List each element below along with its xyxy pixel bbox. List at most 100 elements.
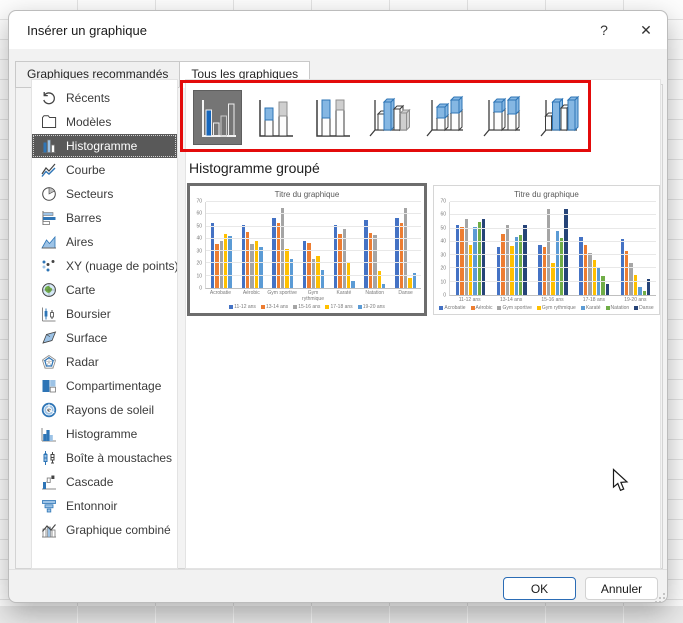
chart-bar [519, 235, 522, 295]
sidebar-item-barres[interactable]: Barres [32, 206, 177, 230]
sidebar-item-boite-moustaches[interactable]: Boîte à moustaches [32, 446, 177, 470]
chart-bar [334, 225, 337, 288]
subtype-clustered-column-3d-icon[interactable] [364, 90, 413, 145]
chart-bar [515, 237, 518, 295]
subtype-section-heading: Histogramme groupé [189, 160, 320, 176]
sidebar-item-label: Courbe [66, 163, 105, 177]
sunburst-icon [41, 402, 57, 418]
sidebar-item-label: Cascade [66, 475, 113, 489]
sidebar-item-radar[interactable]: Radar [32, 350, 177, 374]
sidebar-item-label: Histogramme [66, 427, 137, 441]
sidebar-item-secteurs[interactable]: Secteurs [32, 182, 177, 206]
chart-preview-2: Titre du graphique01020304050607011-12 a… [434, 186, 659, 314]
legend-item: Gym sportive [497, 305, 531, 311]
sidebar-item-rayons-de-soleil[interactable]: Rayons de soleil [32, 398, 177, 422]
chart-bar [242, 225, 245, 288]
chart-bar [378, 271, 381, 288]
chart-bar [538, 245, 541, 295]
legend-item: Karaté [581, 305, 601, 311]
chart-bar [338, 234, 341, 288]
chart-bar [634, 275, 637, 295]
templates-icon [41, 114, 57, 130]
column-chart-icon [41, 138, 57, 154]
chart-title: Titre du graphique [193, 188, 421, 202]
chart-bar [547, 209, 550, 295]
sidebar-item-carte[interactable]: Carte [32, 278, 177, 302]
chart-bar [579, 237, 582, 295]
treemap-icon [41, 378, 57, 394]
chart-legend: AcrobatieAérobicGym sportiveGym rythmiqu… [437, 303, 656, 312]
sidebar-item-label: Compartimentage [66, 379, 161, 393]
chart-bar [597, 268, 600, 295]
dialog-titlebar: Insérer un graphique ? ✕ [9, 11, 667, 49]
sidebar-item-label: Boîte à moustaches [66, 451, 172, 465]
chart-type-sidebar: RécentsModèles Histogramme Courbe Secteurs B… [31, 79, 178, 569]
chart-title: Titre du graphique [437, 188, 656, 202]
funnel-icon [41, 498, 57, 514]
legend-item: Natation [606, 305, 630, 311]
subtype-stacked-column-icon[interactable] [250, 90, 299, 145]
chart-bar [501, 234, 504, 295]
sidebar-item-label: Entonnoir [66, 499, 117, 513]
sidebar-item-aires[interactable]: Aires [32, 230, 177, 254]
chart-bar [321, 270, 324, 288]
chart-bar [364, 220, 367, 288]
legend-item: 11-12 ans [229, 304, 256, 310]
ok-button[interactable]: OK [503, 577, 576, 600]
line-chart-icon [41, 162, 57, 178]
chart-bar [584, 245, 587, 295]
chart-bar [506, 225, 509, 295]
subtype-clustered-column-icon[interactable] [193, 90, 242, 145]
chart-bar [395, 218, 398, 288]
chart-bar [303, 241, 306, 288]
plot-area [205, 202, 421, 289]
subtype-stacked-100-column-3d-icon[interactable] [478, 90, 527, 145]
sidebar-item-histogramme[interactable]: Histogramme [32, 134, 177, 158]
sidebar-item-label: XY (nuage de points) [66, 259, 178, 273]
chart-bar [400, 223, 403, 288]
sidebar-item-graphique-combine[interactable]: Graphique combiné [32, 518, 177, 542]
chart-bar [224, 234, 227, 288]
sidebar-item-modeles[interactable]: Modèles [32, 110, 177, 134]
chart-preview-alternate[interactable]: Titre du graphique01020304050607011-12 a… [433, 185, 660, 315]
chart-bar [408, 278, 411, 288]
close-button[interactable]: ✕ [625, 11, 667, 49]
chart-bar [404, 208, 407, 288]
chart-bar [211, 223, 214, 288]
subtype-stacked-100-column-icon[interactable] [307, 90, 356, 145]
chart-bar [606, 284, 609, 295]
y-axis: 010203040506070 [193, 202, 205, 289]
sidebar-item-label: Rayons de soleil [66, 403, 154, 417]
resize-grip[interactable] [653, 591, 666, 603]
chart-bar [482, 219, 485, 295]
x-axis-labels: AcrobatieAérobicGym sportiveGym rythmiqu… [205, 289, 421, 302]
sidebar-item-compartimentage[interactable]: Compartimentage [32, 374, 177, 398]
chart-bar [560, 238, 563, 295]
subtype-column-3d-icon[interactable] [535, 90, 584, 145]
subtype-stacked-column-3d-icon[interactable] [421, 90, 470, 145]
sidebar-item-courbe[interactable]: Courbe [32, 158, 177, 182]
sidebar-item-label: Secteurs [66, 187, 113, 201]
cancel-button[interactable]: Annuler [585, 577, 658, 600]
sidebar-item-entonnoir[interactable]: Entonnoir [32, 494, 177, 518]
sidebar-item-surface[interactable]: Surface [32, 326, 177, 350]
legend-item: Gym rythmique [537, 305, 576, 311]
sidebar-item-xy-nuage[interactable]: XY (nuage de points) [32, 254, 177, 278]
chart-bar [255, 241, 258, 288]
chart-bar [465, 219, 468, 295]
sidebar-item-label: Histogramme [66, 139, 137, 153]
sidebar-item-label: Boursier [66, 307, 111, 321]
chart-bar [564, 209, 567, 295]
sidebar-item-histogramme-stat[interactable]: Histogramme [32, 422, 177, 446]
chart-bar [460, 227, 463, 295]
y-axis: 010203040506070 [437, 202, 449, 296]
chart-bar [456, 225, 459, 295]
sidebar-item-recents[interactable]: Récents [32, 86, 177, 110]
legend-item: Aérobic [471, 305, 493, 311]
sidebar-item-cascade[interactable]: Cascade [32, 470, 177, 494]
help-button[interactable]: ? [583, 11, 625, 49]
chart-bar [316, 256, 319, 288]
chart-bar [220, 241, 223, 288]
chart-preview-selected[interactable]: Titre du graphique010203040506070Acrobat… [187, 183, 427, 316]
sidebar-item-boursier[interactable]: Boursier [32, 302, 177, 326]
